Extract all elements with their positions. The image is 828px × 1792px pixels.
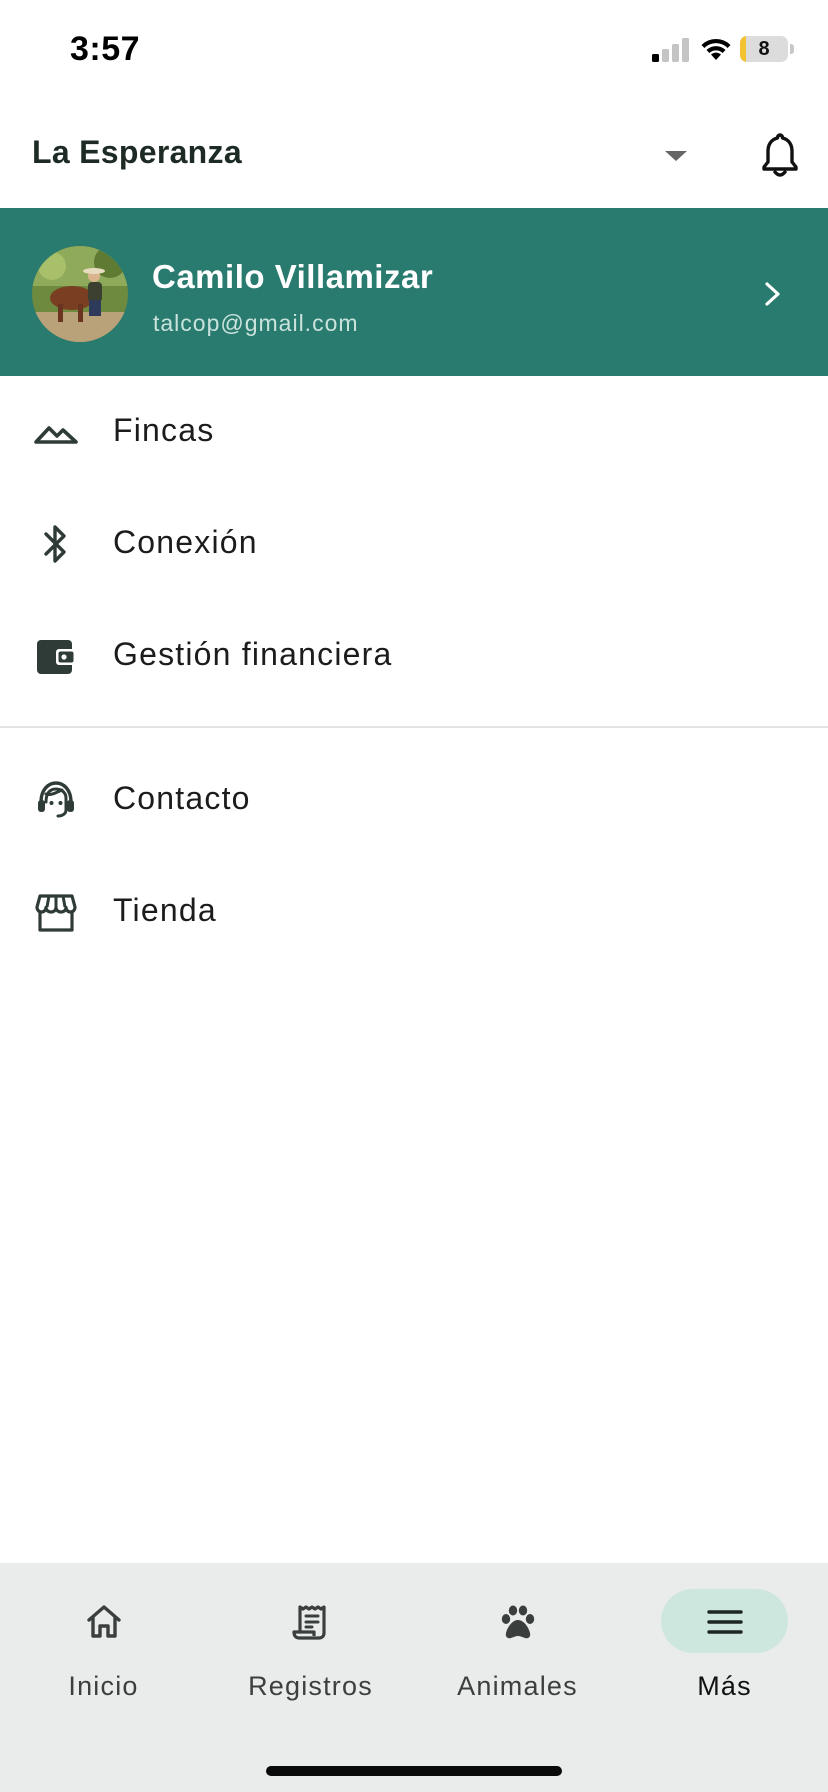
menu-icon <box>707 1610 743 1634</box>
nav-label: Inicio <box>68 1671 139 1701</box>
nav-item-animales[interactable]: Animales <box>414 1589 621 1709</box>
menu-item-label: Conexión <box>113 524 258 560</box>
bell-icon[interactable] <box>756 130 804 180</box>
cellular-signal-icon <box>652 38 689 62</box>
nav-item-registros[interactable]: Registros <box>207 1589 414 1709</box>
mountain-icon <box>34 426 78 444</box>
menu-item-label: Tienda <box>113 892 217 928</box>
profile-email: talcop@gmail.com <box>153 310 359 336</box>
status-time: 3:57 <box>70 30 141 68</box>
caret-down-icon[interactable] <box>660 140 692 172</box>
nav-label: Animales <box>457 1671 578 1701</box>
app-header: La Esperanza <box>0 110 828 208</box>
receipt-icon <box>292 1605 326 1640</box>
storefront-icon <box>35 894 77 932</box>
support-agent-icon <box>38 781 74 818</box>
menu-item-label: Gestión financiera <box>113 636 393 672</box>
wifi-icon <box>701 38 731 60</box>
menu-item-label: Contacto <box>113 780 251 816</box>
menu-item-label: Fincas <box>113 412 215 448</box>
battery-level: 8 <box>758 38 770 60</box>
home-icon <box>87 1605 121 1638</box>
menu-item-gestion-financiera[interactable]: Gestión financiera <box>0 602 828 710</box>
menu-item-contacto[interactable]: Contacto <box>0 746 828 854</box>
chevron-right-icon <box>765 282 780 306</box>
profile-card[interactable]: Camilo Villamizar talcop@gmail.com <box>0 208 828 376</box>
nav-item-inicio[interactable]: Inicio <box>0 1589 207 1709</box>
paw-icon <box>501 1605 535 1639</box>
profile-name: Camilo Villamizar <box>152 258 434 295</box>
nav-item-mas[interactable]: Más <box>621 1589 828 1709</box>
status-bar: 3:57 8 <box>0 0 828 100</box>
bluetooth-icon <box>44 525 66 563</box>
farm-selector-label[interactable]: La Esperanza <box>32 134 242 171</box>
menu-item-conexion[interactable]: Conexión <box>0 490 828 598</box>
menu-divider <box>0 726 828 728</box>
bottom-nav: Inicio Registros Animales Más <box>0 1563 828 1792</box>
wallet-icon <box>37 640 76 674</box>
menu-item-tienda[interactable]: Tienda <box>0 858 828 966</box>
battery-icon: 8 <box>740 36 794 62</box>
nav-label: Registros <box>248 1671 373 1701</box>
home-indicator <box>266 1766 562 1776</box>
avatar <box>32 246 128 342</box>
nav-label: Más <box>697 1671 752 1701</box>
menu-item-fincas[interactable]: Fincas <box>0 378 828 486</box>
active-indicator <box>661 1589 788 1653</box>
